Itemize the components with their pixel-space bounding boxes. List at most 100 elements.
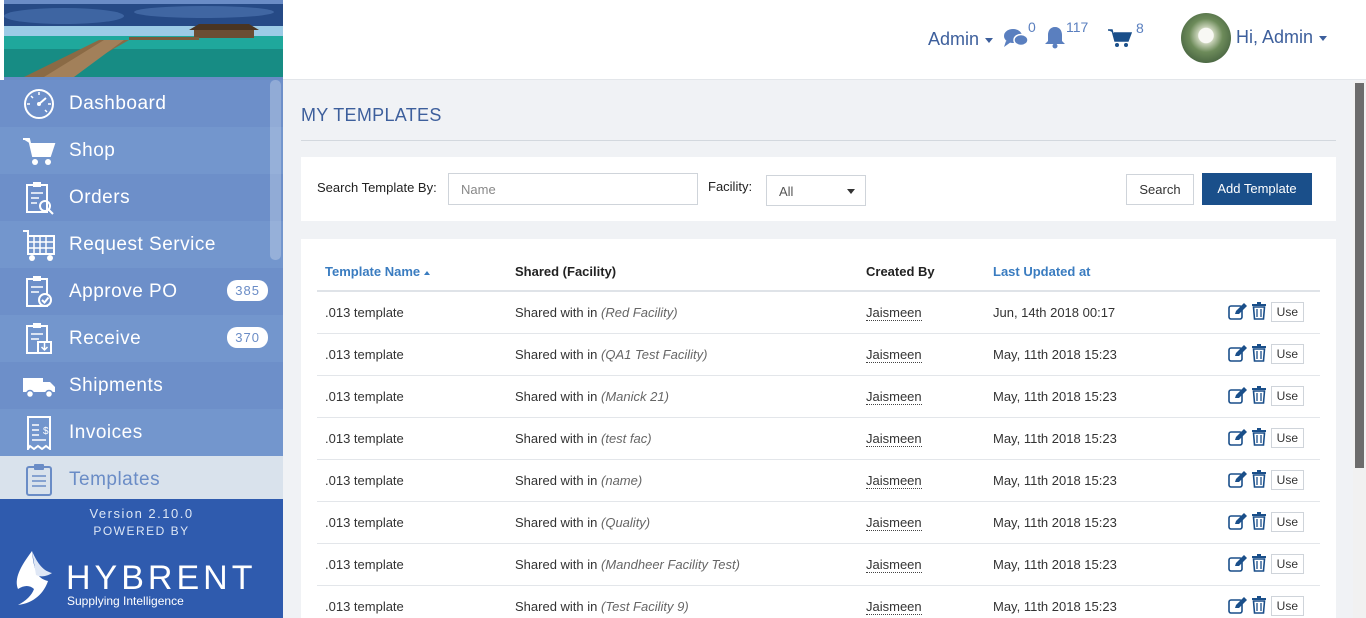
creator-link[interactable]: Jaismeen (866, 598, 922, 615)
admin-dropdown[interactable]: Admin (928, 29, 994, 50)
facility-select-value: All (779, 184, 794, 199)
use-template-button[interactable]: Use (1270, 302, 1304, 323)
sidebar-item-orders[interactable]: Orders (0, 174, 283, 221)
edit-icon[interactable] (1227, 428, 1248, 449)
templates-table: Template Name Shared (Facility) Created … (317, 253, 1320, 618)
add-template-button[interactable]: Add Template (1202, 173, 1312, 205)
edit-icon[interactable] (1227, 596, 1248, 617)
creator-link[interactable]: Jaismeen (866, 346, 922, 363)
shared-facility-cell: Shared with in (Red Facility) (507, 291, 858, 334)
approve-icon (22, 275, 56, 309)
actions-cell: Use (1185, 417, 1320, 460)
edit-icon[interactable] (1227, 512, 1248, 533)
actions-cell: Use (1185, 333, 1320, 376)
sidebar-item-shop[interactable]: Shop (0, 127, 283, 174)
cart-button[interactable] (1108, 28, 1133, 53)
creator-link[interactable]: Jaismeen (866, 556, 922, 573)
creator-link[interactable]: Jaismeen (866, 514, 922, 531)
use-template-button[interactable]: Use (1270, 596, 1304, 616)
last-updated-cell: May, 11th 2018 15:23 (985, 417, 1185, 460)
user-greeting-label: Hi, Admin (1236, 27, 1314, 47)
trash-icon[interactable] (1251, 511, 1267, 533)
table-body: .013 template Shared with in (Red Facilit… (317, 291, 1320, 618)
sidebar-item-dashboard[interactable]: Dashboard (0, 80, 283, 127)
shared-prefix: Shared with in (515, 430, 598, 446)
chevron-down-icon (1319, 35, 1328, 41)
trash-icon[interactable] (1251, 343, 1267, 365)
user-menu[interactable]: Hi, Admin (1236, 27, 1328, 48)
sidebar-item-templates[interactable]: Templates (0, 456, 283, 503)
last-updated-cell: May, 11th 2018 15:23 (985, 375, 1185, 418)
use-template-button[interactable]: Use (1270, 470, 1304, 490)
invoice-icon: $ (22, 415, 56, 450)
creator-link[interactable]: Jaismeen (866, 472, 922, 489)
notifications-button[interactable] (1044, 25, 1066, 54)
facility-name: (test fac) (601, 430, 652, 446)
page-title: MY TEMPLATES (301, 105, 442, 125)
use-template-button[interactable]: Use (1270, 386, 1304, 406)
facility-name: (Manick 21) (601, 388, 669, 404)
sidebar-item-label: Receive (69, 327, 142, 349)
dashboard-icon (22, 87, 56, 121)
creator-link[interactable]: Jaismeen (866, 430, 922, 447)
use-template-button[interactable]: Use (1270, 512, 1304, 532)
sidebar-item-request-service[interactable]: Request Service (0, 221, 283, 268)
trash-icon[interactable] (1251, 595, 1267, 617)
edit-icon[interactable] (1227, 344, 1248, 365)
table-row: .013 template Shared with in (Mandheer Fa… (317, 543, 1320, 586)
facility-name: (Mandheer Facility Test) (601, 556, 740, 572)
shared-facility-cell: Shared with in (Quality) (507, 501, 858, 544)
use-template-button[interactable]: Use (1270, 344, 1304, 364)
column-header-template-name[interactable]: Template Name (317, 253, 507, 292)
shared-prefix: Shared with in (515, 514, 598, 530)
sidebar-item-shipments[interactable]: Shipments (0, 362, 283, 409)
logo-name: HYBRENT (66, 559, 257, 597)
sidebar-item-receive[interactable]: Receive 370 (0, 315, 283, 362)
use-template-button[interactable]: Use (1270, 554, 1304, 574)
shared-prefix: Shared with in (515, 346, 598, 362)
created-by-cell: Jaismeen (858, 501, 985, 544)
trash-icon[interactable] (1251, 427, 1267, 449)
search-input[interactable] (448, 173, 698, 205)
edit-icon[interactable] (1227, 386, 1248, 407)
search-button[interactable]: Search (1126, 174, 1194, 205)
trash-icon[interactable] (1251, 385, 1267, 407)
sidebar-footer: Version 2.10.0 POWERED BY HYBRENT Supply… (0, 499, 283, 618)
filter-panel: Search Template By: Facility: All Search… (301, 157, 1336, 221)
use-template-button[interactable]: Use (1270, 428, 1304, 448)
admin-menu-label: Admin (928, 29, 980, 49)
sidebar-item-approve-po[interactable]: Approve PO 385 (0, 268, 283, 315)
trash-icon[interactable] (1251, 553, 1267, 575)
edit-icon[interactable] (1227, 554, 1248, 575)
actions-cell: Use (1185, 375, 1320, 418)
last-updated-cell: May, 11th 2018 15:23 (985, 585, 1185, 618)
trash-icon[interactable] (1251, 301, 1267, 323)
column-label: Template Name (325, 264, 421, 279)
scrollbar-thumb[interactable] (1355, 83, 1364, 468)
shared-facility-cell: Shared with in (QA1 Test Facility) (507, 333, 858, 376)
avatar[interactable] (1181, 13, 1231, 63)
sidebar-item-label: Orders (69, 186, 131, 208)
table-row: .013 template Shared with in (test fac) Ja… (317, 417, 1320, 460)
edit-icon[interactable] (1227, 302, 1248, 323)
sidebar-scrollbar[interactable] (270, 80, 281, 260)
messages-button[interactable] (1003, 27, 1029, 54)
edit-icon[interactable] (1227, 470, 1248, 491)
template-name-cell: .013 template (317, 501, 507, 544)
column-header-last-updated[interactable]: Last Updated at (985, 253, 1185, 292)
last-updated-cell: May, 11th 2018 15:23 (985, 543, 1185, 586)
facility-select[interactable]: All (766, 175, 866, 206)
main-scrollbar[interactable] (1353, 81, 1366, 618)
table-panel: Template Name Shared (Facility) Created … (301, 239, 1336, 618)
trash-icon[interactable] (1251, 469, 1267, 491)
creator-link[interactable]: Jaismeen (866, 304, 922, 321)
sort-asc-icon (424, 270, 431, 275)
actions-cell: Use (1185, 291, 1320, 334)
template-name-cell: .013 template (317, 585, 507, 618)
sidebar-item-invoices[interactable]: $ Invoices (0, 409, 283, 456)
created-by-cell: Jaismeen (858, 291, 985, 334)
creator-link[interactable]: Jaismeen (866, 388, 922, 405)
template-name-cell: .013 template (317, 417, 507, 460)
actions-cell: Use (1185, 585, 1320, 618)
shared-prefix: Shared with in (515, 598, 598, 614)
